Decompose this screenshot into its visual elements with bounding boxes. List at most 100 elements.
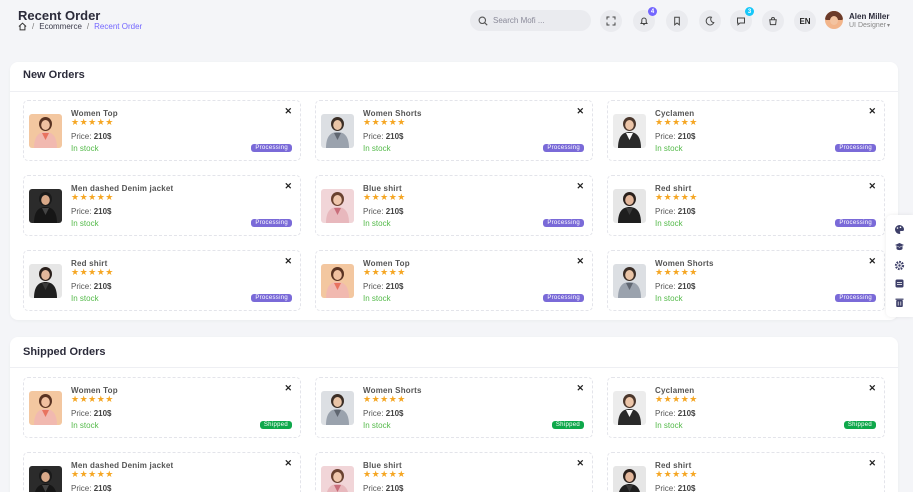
order-item[interactable]: Women Shorts ★★★★★ Price: 210$ In stock ✕ Pro… bbox=[315, 100, 593, 161]
order-item[interactable]: Blue shirt ★★★★★ Price: 210$ ✕ bbox=[315, 452, 593, 492]
stock-status: In stock bbox=[363, 144, 391, 153]
fullscreen-button[interactable] bbox=[600, 10, 622, 32]
order-item[interactable]: Men dashed Denim jacket ★★★★★ Price: 210$ ✕ bbox=[23, 452, 301, 492]
close-icon[interactable]: ✕ bbox=[284, 107, 292, 116]
gear-icon[interactable] bbox=[894, 260, 905, 271]
rating-stars: ★★★★★ bbox=[655, 394, 698, 404]
palette-icon[interactable] bbox=[894, 224, 905, 235]
new-orders-title: New Orders bbox=[23, 69, 85, 81]
breadcrumb-separator: / bbox=[32, 22, 35, 31]
order-item[interactable]: Red shirt ★★★★★ Price: 210$ ✕ bbox=[607, 452, 885, 492]
language-selector[interactable]: EN bbox=[794, 10, 816, 32]
product-thumbnail[interactable] bbox=[321, 466, 354, 492]
product-price: Price: 210$ bbox=[363, 409, 404, 418]
search-box[interactable] bbox=[470, 10, 591, 31]
product-image bbox=[321, 264, 354, 298]
product-thumbnail[interactable] bbox=[613, 114, 646, 148]
product-thumbnail[interactable] bbox=[321, 391, 354, 425]
chevron-down-icon[interactable]: ▾ bbox=[887, 23, 890, 29]
order-item[interactable]: Red shirt ★★★★★ Price: 210$ In stock ✕ Proces… bbox=[607, 175, 885, 236]
status-badge: Processing bbox=[543, 294, 584, 302]
product-thumbnail[interactable] bbox=[321, 264, 354, 298]
page-title: Recent Order bbox=[18, 8, 101, 23]
product-thumbnail[interactable] bbox=[29, 391, 62, 425]
product-price: Price: 210$ bbox=[655, 132, 696, 141]
stock-status: In stock bbox=[71, 421, 99, 430]
product-price: Price: 210$ bbox=[363, 132, 404, 141]
status-badge: Shipped bbox=[843, 421, 876, 429]
close-icon[interactable]: ✕ bbox=[576, 459, 584, 468]
product-thumbnail[interactable] bbox=[613, 189, 646, 223]
product-thumbnail[interactable] bbox=[613, 264, 646, 298]
user-profile[interactable]: Alen Miller UI Designer▾ bbox=[825, 11, 890, 29]
messages-button[interactable]: 3 bbox=[730, 7, 754, 32]
close-icon[interactable]: ✕ bbox=[576, 107, 584, 116]
product-image bbox=[29, 466, 62, 492]
product-image bbox=[29, 189, 62, 223]
theme-toggle-button[interactable] bbox=[699, 10, 721, 32]
order-item[interactable]: Cyclamen ★★★★★ Price: 210$ In stock ✕ Process… bbox=[607, 100, 885, 161]
product-image bbox=[613, 264, 646, 298]
product-thumbnail[interactable] bbox=[321, 114, 354, 148]
status-badge: Processing bbox=[251, 144, 292, 152]
search-input[interactable] bbox=[493, 16, 583, 25]
rating-stars: ★★★★★ bbox=[655, 117, 698, 127]
close-icon[interactable]: ✕ bbox=[576, 384, 584, 393]
customizer-toolbar bbox=[886, 215, 913, 317]
order-item[interactable]: Blue shirt ★★★★★ Price: 210$ In stock ✕ Proce… bbox=[315, 175, 593, 236]
status-badge: Processing bbox=[543, 219, 584, 227]
order-item[interactable]: Red shirt ★★★★★ Price: 210$ In stock ✕ Proces… bbox=[23, 250, 301, 311]
order-item[interactable]: Women Shorts ★★★★★ Price: 210$ In stock ✕ Pro… bbox=[607, 250, 885, 311]
close-icon[interactable]: ✕ bbox=[284, 384, 292, 393]
close-icon[interactable]: ✕ bbox=[868, 107, 876, 116]
status-badge: Processing bbox=[835, 219, 876, 227]
breadcrumb-current: Recent Order bbox=[94, 22, 143, 31]
product-thumbnail[interactable] bbox=[29, 114, 62, 148]
product-thumbnail[interactable] bbox=[29, 264, 62, 298]
order-item[interactable]: Women Shorts ★★★★★ Price: 210$ In stock ✕ Shi… bbox=[315, 377, 593, 438]
cart-button[interactable] bbox=[762, 10, 784, 32]
close-icon[interactable]: ✕ bbox=[868, 459, 876, 468]
close-icon[interactable]: ✕ bbox=[284, 257, 292, 266]
bookmark-button[interactable] bbox=[666, 10, 688, 32]
breadcrumb-ecommerce[interactable]: Ecommerce bbox=[39, 22, 82, 31]
breadcrumb: / Ecommerce / Recent Order bbox=[18, 22, 142, 31]
rating-stars: ★★★★★ bbox=[363, 469, 406, 479]
close-icon[interactable]: ✕ bbox=[576, 182, 584, 191]
stock-status: In stock bbox=[71, 144, 99, 153]
page-icon[interactable] bbox=[894, 278, 905, 289]
order-item[interactable]: Women Top ★★★★★ Price: 210$ In stock ✕ Proces… bbox=[23, 100, 301, 161]
bell-icon bbox=[640, 17, 648, 26]
divider bbox=[10, 91, 898, 92]
order-item[interactable]: Women Top ★★★★★ Price: 210$ In stock ✕ Proces… bbox=[315, 250, 593, 311]
product-thumbnail[interactable] bbox=[613, 391, 646, 425]
product-thumbnail[interactable] bbox=[613, 466, 646, 492]
product-image bbox=[613, 189, 646, 223]
notification-button[interactable]: 4 bbox=[633, 7, 657, 32]
trash-icon[interactable] bbox=[894, 297, 905, 308]
stock-status: In stock bbox=[71, 294, 99, 303]
shipped-orders-title: Shipped Orders bbox=[23, 346, 106, 358]
rating-stars: ★★★★★ bbox=[71, 267, 114, 277]
close-icon[interactable]: ✕ bbox=[868, 182, 876, 191]
order-item[interactable]: Men dashed Denim jacket ★★★★★ Price: 210$ I… bbox=[23, 175, 301, 236]
close-icon[interactable]: ✕ bbox=[284, 459, 292, 468]
stock-status: In stock bbox=[363, 219, 391, 228]
stock-status: In stock bbox=[655, 219, 683, 228]
status-badge: Processing bbox=[835, 144, 876, 152]
product-thumbnail[interactable] bbox=[29, 466, 62, 492]
order-item[interactable]: Women Top ★★★★★ Price: 210$ In stock ✕ Shippe… bbox=[23, 377, 301, 438]
product-thumbnail[interactable] bbox=[29, 189, 62, 223]
close-icon[interactable]: ✕ bbox=[576, 257, 584, 266]
home-icon[interactable] bbox=[18, 22, 27, 31]
order-item[interactable]: Cyclamen ★★★★★ Price: 210$ In stock ✕ Shipped bbox=[607, 377, 885, 438]
cap-icon[interactable] bbox=[894, 241, 905, 252]
product-price: Price: 210$ bbox=[363, 207, 404, 216]
close-icon[interactable]: ✕ bbox=[284, 182, 292, 191]
stock-status: In stock bbox=[363, 421, 391, 430]
product-price: Price: 210$ bbox=[363, 484, 404, 492]
product-thumbnail[interactable] bbox=[321, 189, 354, 223]
close-icon[interactable]: ✕ bbox=[868, 384, 876, 393]
stock-status: In stock bbox=[655, 144, 683, 153]
close-icon[interactable]: ✕ bbox=[868, 257, 876, 266]
